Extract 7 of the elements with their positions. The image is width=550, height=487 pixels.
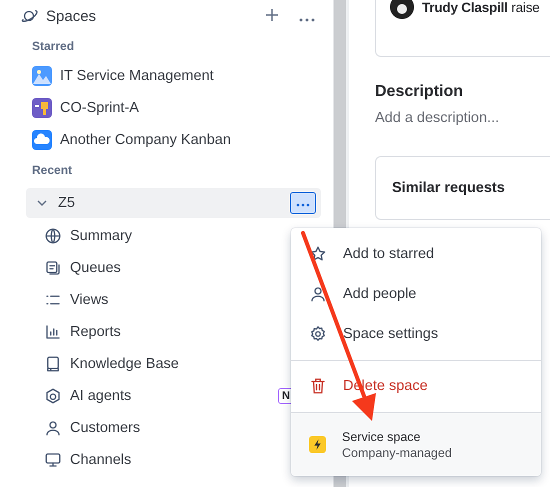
activity-text: Trudy Claspill raise bbox=[422, 0, 540, 15]
section-label: Starred bbox=[31, 38, 76, 55]
card-title: Similar requests bbox=[392, 180, 505, 196]
section-label: Recent bbox=[31, 162, 74, 179]
sidebar-title: Spaces bbox=[46, 8, 98, 24]
space-name: Z5 bbox=[58, 195, 76, 211]
section-heading: Description bbox=[375, 83, 464, 101]
